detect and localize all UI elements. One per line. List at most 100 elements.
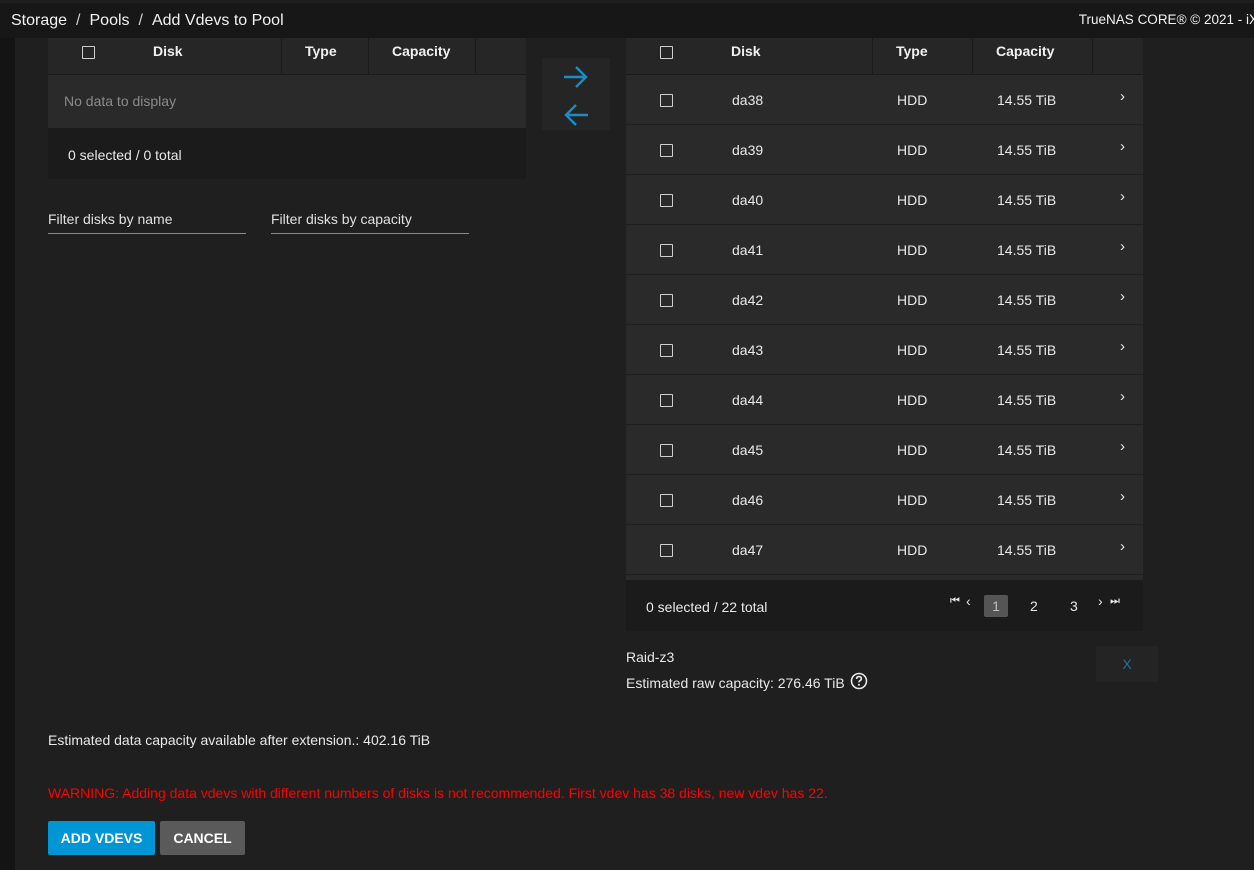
disk-type: HDD [897,392,928,408]
disk-type: HDD [897,192,928,208]
column-type[interactable]: Type [305,38,337,74]
select-all-checkbox[interactable] [82,46,95,59]
filter-capacity-input[interactable]: Filter disks by capacity [271,211,469,234]
vdev-layout: Raid-z3 [626,649,675,665]
row-checkbox[interactable] [660,194,673,207]
table-row[interactable]: da46 HDD 14.55 TiB › [626,475,1143,525]
table-row[interactable]: da38 HDD 14.55 TiB › [626,75,1143,125]
row-checkbox[interactable] [660,94,673,107]
next-page-icon[interactable]: › [1098,593,1103,609]
disk-type: HDD [897,442,928,458]
chevron-right-icon[interactable]: › [1120,138,1125,155]
column-capacity[interactable]: Capacity [392,38,450,74]
column-capacity[interactable]: Capacity [996,38,1054,74]
disk-capacity: 14.55 TiB [997,192,1057,208]
chevron-right-icon[interactable]: › [1120,538,1125,555]
disk-name: da41 [732,242,764,258]
disk-type: HDD [897,292,928,308]
selection-count: 0 selected / 22 total [646,599,768,615]
disk-type: HDD [897,342,928,358]
table-row[interactable]: da39 HDD 14.55 TiB › [626,125,1143,175]
brand-copyright: TrueNAS CORE® © 2021 - iX [1078,12,1254,27]
prev-page-icon[interactable]: ‹ [966,593,971,609]
table-row[interactable]: da44 HDD 14.55 TiB › [626,375,1143,425]
page-2-button[interactable]: 2 [1030,598,1038,614]
last-page-icon[interactable]: ⏭ [1110,595,1120,608]
help-icon[interactable] [850,672,868,690]
arrow-right-icon[interactable] [562,64,590,90]
vdev-raw-capacity-row: Estimated raw capacity: 276.46 TiB [626,670,868,691]
selection-count: 0 selected / 0 total [68,147,182,163]
chevron-right-icon[interactable]: › [1120,338,1125,355]
row-checkbox[interactable] [660,394,673,407]
chevron-right-icon[interactable]: › [1120,438,1125,455]
table-row[interactable]: da43 HDD 14.55 TiB › [626,325,1143,375]
breadcrumb-storage[interactable]: Storage [11,12,67,30]
chevron-right-icon[interactable]: › [1120,388,1125,405]
disk-capacity: 14.55 TiB [997,92,1057,108]
select-all-checkbox[interactable] [660,46,673,59]
estimated-raw-capacity: Estimated raw capacity: 276.46 TiB [626,675,845,691]
chevron-right-icon[interactable]: › [1120,488,1125,505]
table-row[interactable]: da45 HDD 14.55 TiB › [626,425,1143,475]
disk-capacity: 14.55 TiB [997,442,1057,458]
transfer-buttons [542,58,610,130]
chevron-right-icon[interactable]: › [1120,88,1125,105]
breadcrumb-separator: / [76,11,81,29]
breadcrumb-current: Add Vdevs to Pool [151,11,284,29]
disk-name: da39 [732,142,764,158]
disk-name: da47 [732,542,764,558]
row-checkbox[interactable] [660,494,673,507]
side-strip [0,38,15,870]
vdev-disks-table: Disk Type Capacity da38 HDD 14.55 TiB › … [626,38,1143,631]
disk-capacity: 14.55 TiB [997,292,1057,308]
column-disk[interactable]: Disk [153,38,183,74]
disk-name: da42 [732,292,764,308]
disk-capacity: 14.55 TiB [997,542,1057,558]
breadcrumb-separator: / [138,11,143,29]
row-checkbox[interactable] [660,444,673,457]
estimated-data-capacity: Estimated data capacity available after … [48,732,431,748]
top-bar: Storage / Pools / Add Vdevs to Pool True… [0,3,1254,38]
disk-capacity: 14.55 TiB [997,392,1057,408]
row-checkbox[interactable] [660,294,673,307]
chevron-right-icon[interactable]: › [1120,288,1125,305]
table-row[interactable]: da41 HDD 14.55 TiB › [626,225,1143,275]
first-page-icon[interactable]: ⏮ [950,595,960,608]
empty-message: No data to display [64,93,177,109]
remove-vdev-button[interactable]: X [1096,646,1158,682]
disk-capacity: 14.55 TiB [997,242,1057,258]
disk-type: HDD [897,542,928,558]
disk-capacity: 14.55 TiB [997,342,1057,358]
column-disk[interactable]: Disk [731,38,761,74]
filter-name-input[interactable]: Filter disks by name [48,211,246,234]
disk-capacity: 14.55 TiB [997,492,1057,508]
column-type[interactable]: Type [896,38,928,74]
add-vdevs-button[interactable]: ADD VDEVS [48,821,155,855]
breadcrumb: Storage / Pools / Add Vdevs to Pool [0,12,284,30]
table-row[interactable]: da42 HDD 14.55 TiB › [626,275,1143,325]
table-footer: 0 selected / 0 total [48,128,526,179]
disk-capacity: 14.55 TiB [997,142,1057,158]
table-row[interactable]: da40 HDD 14.55 TiB › [626,175,1143,225]
warning-message: WARNING: Adding data vdevs with differen… [48,785,828,801]
chevron-right-icon[interactable]: › [1120,238,1125,255]
disk-name: da44 [732,392,764,408]
paginator: ⏮ ‹ 1 2 3 › ⏭ [948,593,1128,617]
chevron-right-icon[interactable]: › [1120,188,1125,205]
available-disks-table: Disk Type Capacity No data to display 0 … [48,38,526,179]
disk-name: da45 [732,442,764,458]
row-checkbox[interactable] [660,144,673,157]
row-checkbox[interactable] [660,244,673,257]
page-3-button[interactable]: 3 [1070,598,1078,614]
page-1-button[interactable]: 1 [984,595,1008,617]
cancel-button[interactable]: CANCEL [160,821,245,855]
disk-name: da43 [732,342,764,358]
disk-name: da38 [732,92,764,108]
breadcrumb-pools[interactable]: Pools [90,12,130,30]
table-header: Disk Type Capacity [626,38,1143,75]
arrow-left-icon[interactable] [562,102,590,128]
table-row[interactable]: da47 HDD 14.55 TiB › [626,525,1143,575]
row-checkbox[interactable] [660,344,673,357]
row-checkbox[interactable] [660,544,673,557]
